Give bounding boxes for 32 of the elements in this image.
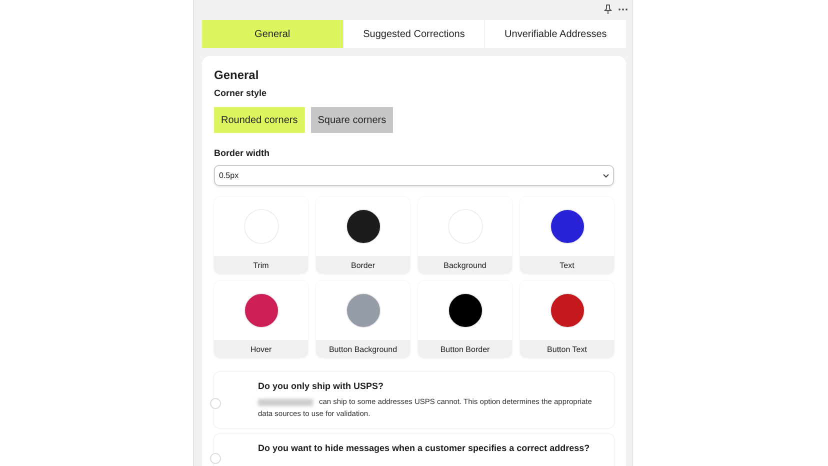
corner-option-button[interactable]: Square corners [310,107,394,133]
color-label: Text [520,256,614,274]
color-tile[interactable]: Button Text [520,281,614,358]
radio-button[interactable] [210,453,221,464]
color-tile[interactable]: Border [316,197,410,274]
radio-button[interactable] [210,398,221,409]
field-label: Corner style [214,88,268,98]
color-label: Hover [214,340,308,358]
color-label: Button Border [418,340,512,358]
color-label: Background [418,256,512,274]
color-label: Button Text [520,340,614,358]
color-tile[interactable]: Background [418,197,512,274]
option-title: Do you want to hide messages when a customer specifies a correct address? [258,443,590,453]
field-label: Border width [214,148,270,158]
color-label: Trim [214,256,308,274]
more-icon[interactable] [618,8,628,10]
tab[interactable]: General [202,20,343,48]
section-title: General [214,68,260,82]
color-label: Button Background [316,340,410,358]
chevron-down-icon [603,174,609,178]
color-tile[interactable]: Button Border [418,281,512,358]
border-width-select[interactable]: 0.5px [214,165,614,186]
pin-icon[interactable] [604,4,612,14]
color-label: Border [316,256,410,274]
color-tile[interactable]: Button Background [316,281,410,358]
option-title: Do you only ship with USPS? [258,381,385,391]
color-tile[interactable]: Hover [214,281,308,358]
tab[interactable]: Unverifiable Addresses [485,20,626,48]
color-tile[interactable]: Text [520,197,614,274]
corner-option-button[interactable]: Rounded corners [214,107,305,133]
tab[interactable]: Suggested Corrections [344,20,484,48]
color-tile[interactable]: Trim [214,197,308,274]
